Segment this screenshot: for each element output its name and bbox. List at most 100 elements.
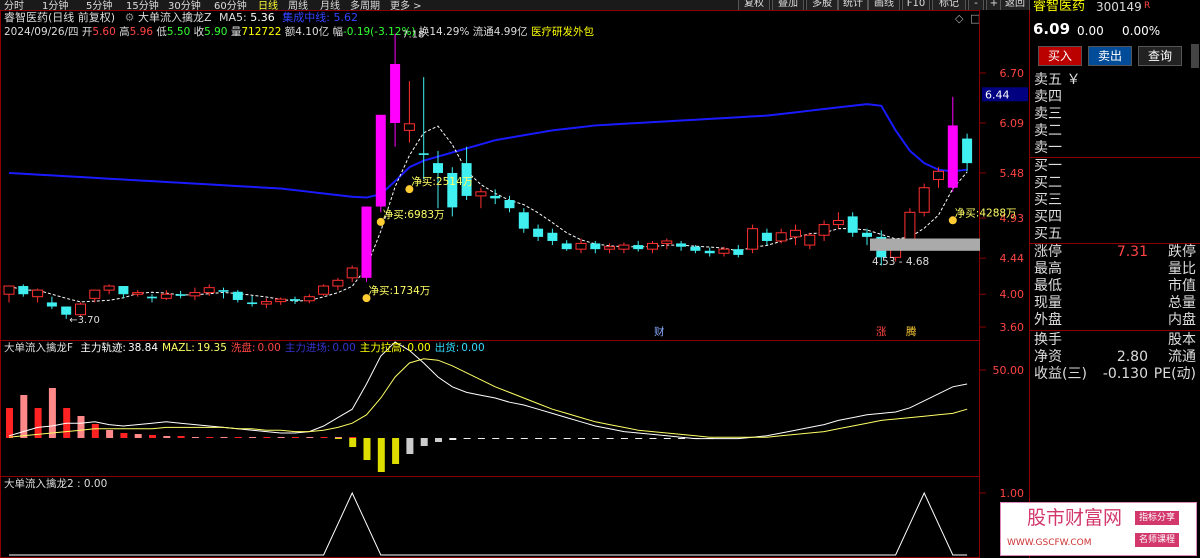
sub1-bar <box>620 438 628 439</box>
sub1-bar <box>220 437 228 438</box>
sub1-bar <box>249 437 257 438</box>
sub1-bar <box>635 438 643 439</box>
candle-body <box>676 243 687 247</box>
candle-body <box>804 234 816 246</box>
event-marker: 财 <box>654 325 665 338</box>
sell-level-label: 卖二 <box>1034 123 1062 139</box>
candle-body <box>918 187 930 213</box>
sub1-item-value: 0.00 <box>461 342 485 354</box>
sub1-bar <box>206 437 214 438</box>
candle-body <box>761 232 772 241</box>
panel-pct: 0.00% <box>1122 24 1161 38</box>
quote-panel: 睿智医药 300149 R 6.09 0.00 0.00% 买入 卖出 查询 卖… <box>1030 0 1200 558</box>
sub1-name[interactable]: 大单流入擒龙F <box>4 342 73 354</box>
stat-row: 换手 股本 <box>1032 332 1198 349</box>
candle-body <box>61 306 72 315</box>
chart-svg[interactable]: 6.706.095.484.934.444.003.606.44 7.18←3.… <box>0 0 1030 558</box>
sub1-bar <box>120 433 128 438</box>
stat-row: 最低 市值 <box>1032 278 1198 295</box>
sub1-bar <box>477 438 485 439</box>
stat-label: 最低 <box>1034 278 1062 294</box>
stat-right-label: 内盘 <box>1168 312 1196 328</box>
candle-body <box>733 249 744 255</box>
sub1-bar <box>435 438 442 442</box>
candle-body <box>575 242 587 250</box>
candle-body <box>618 244 630 250</box>
sub1-bar <box>48 388 56 438</box>
sub1-item-label: MAZL: <box>162 342 195 354</box>
sub1-item-value: 0.00 <box>332 342 356 354</box>
candle-body <box>3 285 15 295</box>
sub1-item: 主力进场: 0.00 <box>285 342 356 354</box>
buy-level-row: 买三 <box>1032 192 1198 209</box>
sub1-bar <box>392 438 400 464</box>
stat-label: 换手 <box>1034 332 1062 348</box>
buy-button[interactable]: 买入 <box>1038 46 1082 66</box>
stat-value: 2.80 <box>1116 349 1148 365</box>
high-annotation: 7.18 <box>402 30 424 41</box>
sub1-bar <box>177 436 185 438</box>
buy-level-row: 买二 <box>1032 175 1198 192</box>
candle-body <box>275 298 287 303</box>
candle-body <box>361 206 372 278</box>
candle-body <box>747 228 759 250</box>
candle-body <box>46 302 57 307</box>
candle-body <box>318 285 330 295</box>
y-tick-label: 3.60 <box>1000 321 1025 334</box>
low-annotation: ←3.70 <box>69 315 100 326</box>
sub2-name[interactable]: 大单流入擒龙2 <box>4 478 74 490</box>
sub1-item-value: 0.00 <box>257 342 281 354</box>
candle-body <box>561 243 572 250</box>
sell-level-row: 卖三 <box>1032 106 1198 123</box>
net-buy-label: 净买:2514万 <box>411 175 473 188</box>
candle-body <box>718 248 730 254</box>
stat-label: 最高 <box>1034 261 1062 277</box>
candle-body <box>533 228 544 237</box>
sub1-bar <box>606 438 614 439</box>
net-buy-label: 净买:6983万 <box>383 208 445 221</box>
main-force-track-line <box>8 341 968 440</box>
stat-right-label: 总量 <box>1168 295 1196 311</box>
sub1-bar <box>520 438 528 439</box>
query-button[interactable]: 查询 <box>1138 46 1182 66</box>
candle-body <box>947 125 958 188</box>
stat-right-label: 量比 <box>1168 261 1196 277</box>
sell-level-label: 卖五 ￥ <box>1034 72 1081 88</box>
sub1-bar <box>34 408 42 438</box>
candle-body <box>847 216 858 233</box>
candle-body <box>232 291 243 300</box>
candle-body <box>346 267 358 279</box>
sell-level-row: 卖二 <box>1032 123 1198 140</box>
sell-button[interactable]: 卖出 <box>1088 46 1132 66</box>
sub1-bar <box>349 438 357 447</box>
candle-body <box>504 200 515 209</box>
watermark-tag1: 指标分享 <box>1135 511 1180 525</box>
sub1-item: 主力拉高: 0.00 <box>360 342 431 354</box>
range-box <box>870 238 980 251</box>
stat-label: 涨停 <box>1034 244 1062 260</box>
sub1-bar <box>320 437 328 438</box>
sub1-bar <box>506 438 514 439</box>
candle-body <box>547 232 558 241</box>
stat-right-label: 流通 <box>1168 349 1196 365</box>
stat-row: 涨停 7.31 跌停 <box>1032 244 1198 261</box>
candle-body <box>18 286 29 295</box>
sub1-bar <box>292 437 299 438</box>
candle-body <box>604 246 616 250</box>
sub1-bar <box>334 438 342 439</box>
candle-body <box>403 123 415 131</box>
y-tick-label: 6.70 <box>1000 67 1025 80</box>
stat-right-label: 股本 <box>1168 332 1196 348</box>
scroll-handle[interactable] <box>1191 44 1199 68</box>
candle-body <box>203 287 215 294</box>
watermark-title: 股市财富网 <box>1027 507 1123 529</box>
candle-body <box>790 229 801 238</box>
stat-row: 最高 量比 <box>1032 261 1198 278</box>
sub1-ytick: 50.00 <box>993 364 1025 377</box>
sub1-bar <box>449 438 457 440</box>
candle-body <box>690 246 701 251</box>
sub1-bar <box>563 438 571 439</box>
sub1-bar <box>678 438 686 439</box>
sub1-bar <box>334 437 342 438</box>
buy-level-label: 买二 <box>1034 175 1062 191</box>
